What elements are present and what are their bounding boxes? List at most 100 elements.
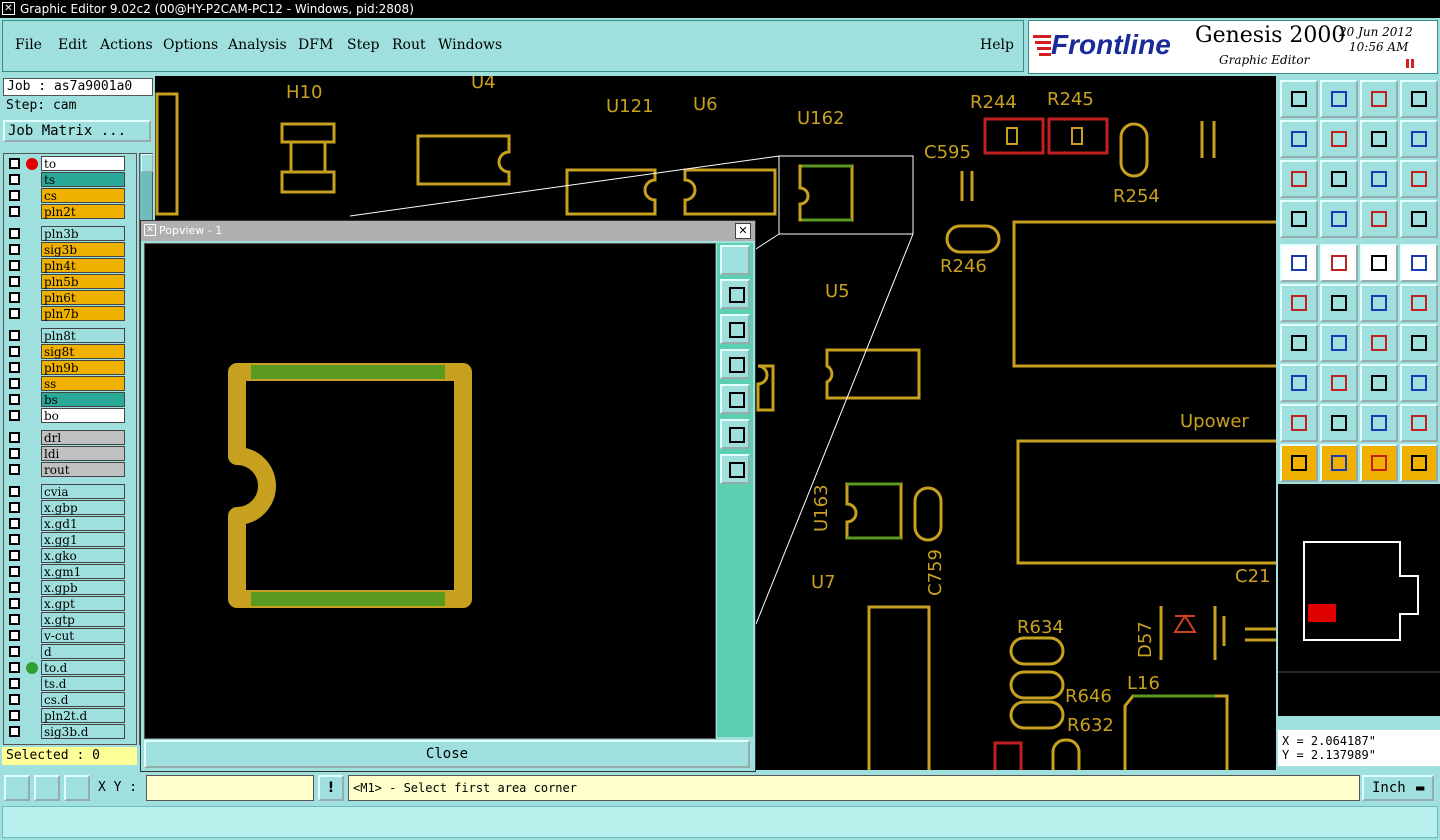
pan-left-icon[interactable] [1280,120,1318,158]
fit-screen-icon[interactable] [1280,160,1318,198]
grid-icon[interactable] [1320,200,1358,238]
triangle-blue-icon[interactable] [1320,404,1358,442]
layer-row-pln7b[interactable]: pln7b [4,306,136,322]
center-icon[interactable] [1320,160,1358,198]
layer-row-pln4t[interactable]: pln4t [4,258,136,274]
layer-name[interactable]: pln9b [41,360,125,375]
layer-checkbox[interactable] [9,158,20,169]
layer-checkbox[interactable] [9,550,20,561]
help-icon[interactable] [1400,160,1438,198]
layer-name[interactable]: ss [41,376,125,391]
layer-row-pln2t[interactable]: pln2t [4,204,136,220]
layer-row-v-cut[interactable]: v-cut [4,628,136,644]
layer-name[interactable]: cs [41,188,125,203]
layer-row-drl[interactable]: drl [4,430,136,446]
pause-icon[interactable] [1406,59,1416,69]
snap-red-icon[interactable] [1360,200,1398,238]
pointer-box-icon[interactable] [1320,444,1358,482]
popview-pan-down-button[interactable] [720,314,750,344]
layer-checkbox[interactable] [9,362,20,373]
layer-row-x-gpt[interactable]: x.gpt [4,596,136,612]
layer-checkbox[interactable] [9,292,20,303]
xy-input[interactable] [146,775,314,801]
layer-row-x-gd1[interactable]: x.gd1 [4,516,136,532]
popview-pan-up-button[interactable] [720,279,750,309]
layer-name[interactable]: x.gm1 [41,564,125,579]
layer-name[interactable]: rout [41,462,125,477]
layer-row-pln2t-d[interactable]: pln2t.d [4,708,136,724]
add-pad-icon[interactable] [1280,244,1318,282]
popview-canvas[interactable] [144,243,716,739]
layer-row-to[interactable]: to [4,156,136,172]
menu-file[interactable]: File [15,37,42,53]
layer-name[interactable]: x.gko [41,548,125,563]
menu-options[interactable]: Options [163,37,218,53]
settings-icon[interactable] [1280,200,1318,238]
popview-zoom-in-button[interactable] [720,454,750,484]
layer-row-x-gbp[interactable]: x.gbp [4,500,136,516]
layer-name[interactable]: drl [41,430,125,445]
arc-tool-icon[interactable] [1360,324,1398,362]
popview-title-bar[interactable]: ✕ Popview - 1 ✕ [141,221,755,241]
layer-checkbox[interactable] [9,534,20,545]
cross-icon[interactable] [1320,284,1358,322]
popview-menu-icon[interactable]: ✕ [144,224,156,236]
layer-row-sig3b-d[interactable]: sig3b.d [4,724,136,740]
layer-name[interactable]: d [41,644,125,659]
layer-row-ts-d[interactable]: ts.d [4,676,136,692]
layer-checkbox[interactable] [9,518,20,529]
units-select[interactable]: Inch ▬ [1362,775,1434,801]
select-pad-icon[interactable] [1280,364,1318,402]
layer-checkbox[interactable] [9,464,20,475]
snap-blue-icon[interactable] [1400,200,1438,238]
layer-name[interactable]: x.gtp [41,612,125,627]
menu-windows[interactable]: Windows [438,37,502,53]
layer-checkbox[interactable] [9,432,20,443]
layer-row-to-d[interactable]: to.d [4,660,136,676]
layer-name[interactable]: x.gg1 [41,532,125,547]
layer-list[interactable]: to ts cs pln2t pln3b sig3b pln4t pln5b pln6t pln7… [3,153,137,745]
layer-checkbox[interactable] [9,276,20,287]
job-matrix-button[interactable]: Job Matrix ... [3,120,151,142]
layer-name[interactable]: sig3b [41,242,125,257]
layer-name[interactable]: ts.d [41,676,125,691]
layer-name[interactable]: cvia [41,484,125,499]
popview-pan-right-button[interactable] [720,384,750,414]
layer-row-pln9b[interactable]: pln9b [4,360,136,376]
layer-name[interactable]: pln5b [41,274,125,289]
minus-tool-icon[interactable] [1320,364,1358,402]
layer-name[interactable]: sig3b.d [41,724,125,739]
layer-name[interactable]: to.d [41,660,125,675]
triangle-mark-icon[interactable] [1400,404,1438,442]
layer-name[interactable]: x.gd1 [41,516,125,531]
layer-checkbox[interactable] [9,582,20,593]
layer-name[interactable]: ts [41,172,125,187]
layer-name[interactable]: v-cut [41,628,125,643]
layer-name[interactable]: x.gpb [41,580,125,595]
menu-step[interactable]: Step [347,37,379,53]
scale-1to2-icon[interactable] [1360,160,1398,198]
layer-row-rout[interactable]: rout [4,462,136,478]
arrow-red-icon[interactable] [1360,284,1398,322]
layer-row-pln6t[interactable]: pln6t [4,290,136,306]
layer-row-sig3b[interactable]: sig3b [4,242,136,258]
layer-checkbox[interactable] [9,502,20,513]
circle-tool-icon[interactable] [1400,244,1438,282]
layer-checkbox[interactable] [9,206,20,217]
layer-name[interactable]: pln3b [41,226,125,241]
line-tool-icon[interactable] [1320,244,1358,282]
layer-checkbox[interactable] [9,630,20,641]
split-view-icon[interactable] [1400,80,1438,118]
menu-actions[interactable]: Actions [100,37,153,53]
layer-row-pln5b[interactable]: pln5b [4,274,136,290]
house-icon[interactable] [1360,80,1398,118]
layer-checkbox[interactable] [9,566,20,577]
layer-row-cs-d[interactable]: cs.d [4,692,136,708]
pointer-icon[interactable] [1280,444,1318,482]
layer-checkbox[interactable] [9,174,20,185]
layer-name[interactable]: pln2t.d [41,708,125,723]
route-icon[interactable] [1400,444,1438,482]
layer-name[interactable]: pln6t [41,290,125,305]
text-tool-icon[interactable] [1400,324,1438,362]
layer-row-cs[interactable]: cs [4,188,136,204]
